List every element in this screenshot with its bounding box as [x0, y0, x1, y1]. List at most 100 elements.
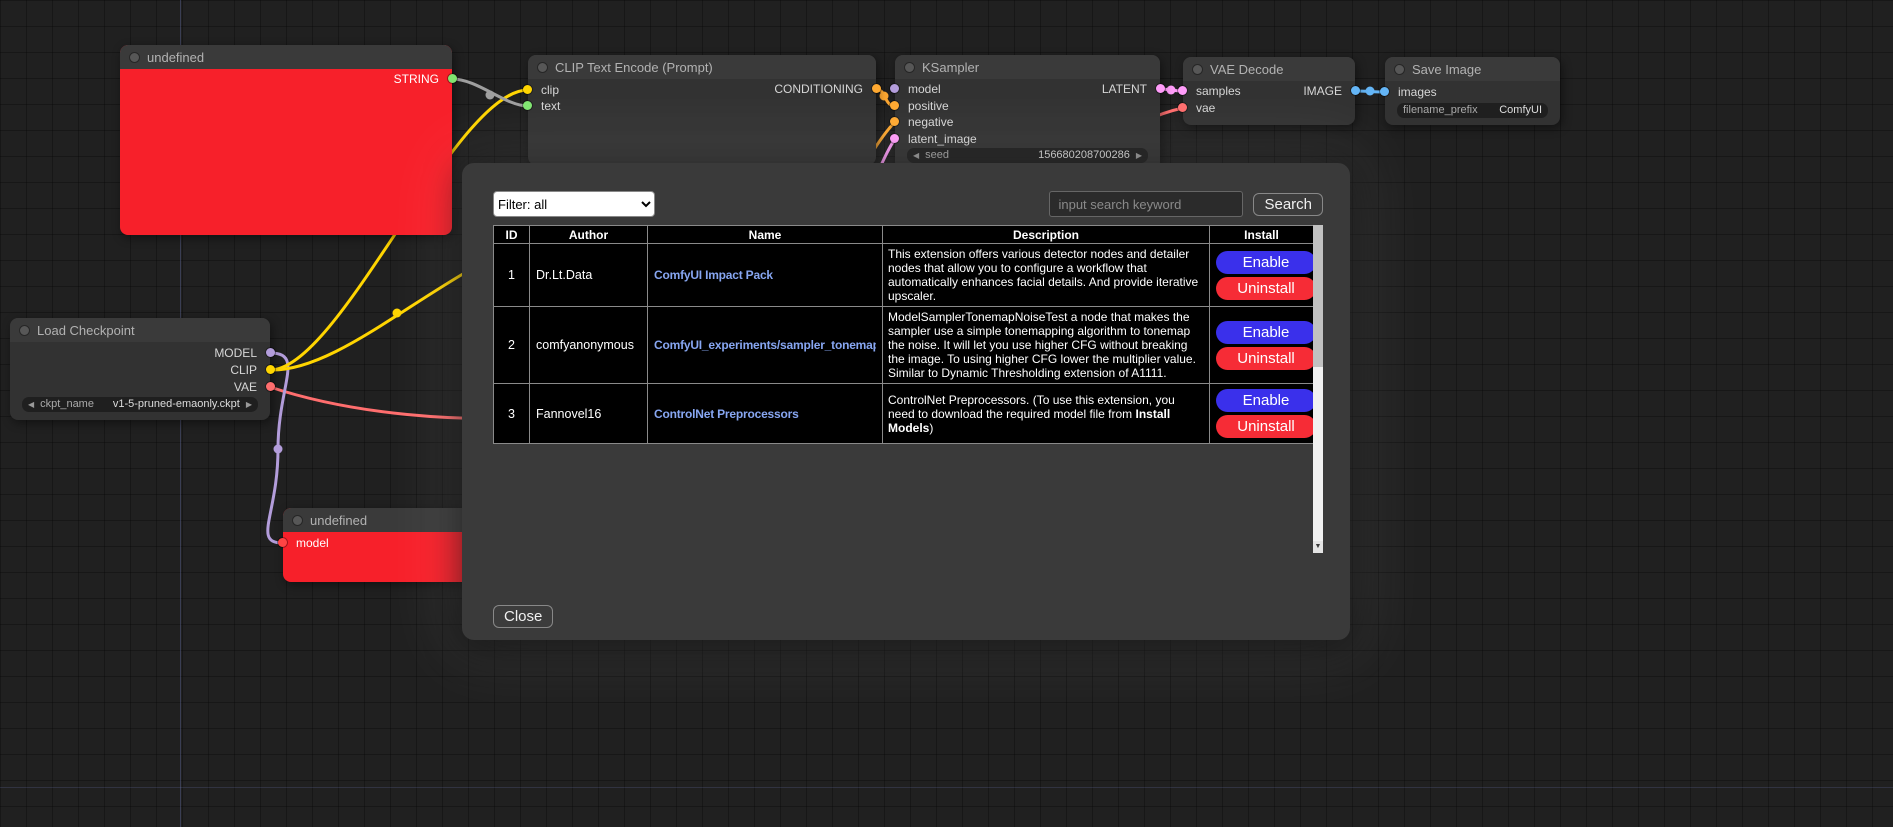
widget-label: seed	[925, 148, 949, 163]
node-header[interactable]: undefined	[120, 45, 452, 69]
table-header-row: ID Author Name Description Install	[494, 226, 1314, 244]
output-slot-label: MODEL	[214, 346, 257, 360]
input-slot-label: text	[541, 99, 560, 113]
seed-widget[interactable]: ◀ seed 156680208700286 ▶	[907, 148, 1148, 163]
enable-button[interactable]: Enable	[1216, 321, 1316, 344]
canvas-origin-horizontal-line	[0, 787, 1893, 788]
latent-image-input-slot[interactable]	[890, 134, 899, 143]
string-output-slot[interactable]	[448, 74, 457, 83]
cell-install: Enable Uninstall	[1210, 244, 1314, 307]
node-title: Save Image	[1412, 62, 1481, 77]
cell-id: 3	[494, 384, 530, 444]
scrollbar-thumb[interactable]	[1313, 225, 1323, 367]
cell-install: Enable Uninstall	[1210, 384, 1314, 444]
search-button[interactable]: Search	[1253, 193, 1323, 216]
widget-value: v1-5-pruned-emaonly.ckpt	[113, 397, 240, 412]
positive-input-slot[interactable]	[890, 101, 899, 110]
col-header-author: Author	[530, 226, 648, 244]
node-undefined-top[interactable]: undefined STRING	[120, 45, 452, 235]
scroll-down-arrow-icon[interactable]: ▼	[1313, 541, 1323, 553]
collapse-dot-icon[interactable]	[292, 515, 303, 526]
col-header-id: ID	[494, 226, 530, 244]
widget-value: ComfyUI	[1499, 103, 1542, 118]
extension-link[interactable]: ControlNet Preprocessors	[654, 407, 876, 421]
collapse-dot-icon[interactable]	[129, 52, 140, 63]
node-header[interactable]: Save Image	[1385, 57, 1560, 81]
node-header[interactable]: VAE Decode	[1183, 57, 1355, 81]
output-slot-label: STRING	[394, 72, 439, 86]
clip-output-slot[interactable]	[266, 365, 275, 374]
node-title: Load Checkpoint	[37, 323, 135, 338]
negative-input-slot[interactable]	[890, 117, 899, 126]
output-slot-label: IMAGE	[1303, 84, 1342, 98]
ckpt-name-widget[interactable]: ◀ ckpt_name v1-5-pruned-emaonly.ckpt ▶	[22, 397, 258, 412]
output-slot-label: VAE	[234, 380, 257, 394]
decrement-arrow-icon[interactable]: ◀	[913, 148, 919, 163]
collapse-dot-icon[interactable]	[1192, 64, 1203, 75]
images-input-slot[interactable]	[1380, 87, 1389, 96]
node-clip-text-encode[interactable]: CLIP Text Encode (Prompt) clip text COND…	[528, 55, 876, 165]
node-ksampler[interactable]: KSampler model positive negative latent_…	[895, 55, 1160, 170]
close-button[interactable]: Close	[493, 605, 553, 628]
node-header[interactable]: undefined	[283, 508, 480, 532]
extension-link[interactable]: ComfyUI Impact Pack	[654, 268, 876, 282]
node-title: KSampler	[922, 60, 979, 75]
table-scrollbar[interactable]: ▼	[1313, 225, 1323, 553]
node-header[interactable]: Load Checkpoint	[10, 318, 270, 342]
extensions-table: ID Author Name Description Install 1 Dr.…	[493, 225, 1314, 444]
filter-select[interactable]: Filter: all	[493, 191, 655, 217]
cell-install: Enable Uninstall	[1210, 307, 1314, 384]
input-slot-label: images	[1398, 85, 1437, 99]
widget-label: filename_prefix	[1403, 103, 1478, 118]
collapse-dot-icon[interactable]	[19, 325, 30, 336]
col-header-name: Name	[648, 226, 883, 244]
collapse-dot-icon[interactable]	[537, 62, 548, 73]
latent-output-slot[interactable]	[1156, 84, 1165, 93]
node-header[interactable]: KSampler	[895, 55, 1160, 79]
output-slot-label: CLIP	[230, 363, 257, 377]
node-save-image[interactable]: Save Image images filename_prefix ComfyU…	[1385, 57, 1560, 125]
cell-description: ControlNet Preprocessors. (To use this e…	[883, 384, 1210, 444]
decrement-arrow-icon[interactable]: ◀	[28, 397, 34, 412]
collapse-dot-icon[interactable]	[1394, 64, 1405, 75]
text-input-slot[interactable]	[523, 101, 532, 110]
collapse-dot-icon[interactable]	[904, 62, 915, 73]
increment-arrow-icon[interactable]: ▶	[1136, 148, 1142, 163]
node-title: undefined	[310, 513, 367, 528]
conditioning-output-slot[interactable]	[872, 84, 881, 93]
increment-arrow-icon[interactable]: ▶	[246, 397, 252, 412]
node-title: VAE Decode	[1210, 62, 1283, 77]
input-slot-label: model	[296, 536, 329, 550]
enable-button[interactable]: Enable	[1216, 251, 1316, 274]
input-slot-label: vae	[1196, 101, 1215, 115]
table-row: 1 Dr.Lt.Data ComfyUI Impact Pack This ex…	[494, 244, 1314, 307]
model-output-slot[interactable]	[266, 348, 275, 357]
enable-button[interactable]: Enable	[1216, 389, 1316, 412]
vae-input-slot[interactable]	[1178, 103, 1187, 112]
uninstall-button[interactable]: Uninstall	[1216, 347, 1316, 370]
node-undefined-bottom[interactable]: undefined model	[283, 508, 480, 582]
dialog-toolbar: Filter: all Search	[493, 191, 1323, 217]
widget-label: ckpt_name	[40, 397, 94, 412]
node-vae-decode[interactable]: VAE Decode samples vae IMAGE	[1183, 57, 1355, 125]
table-row: 2 comfyanonymous ComfyUI_experiments/sam…	[494, 307, 1314, 384]
node-header[interactable]: CLIP Text Encode (Prompt)	[528, 55, 876, 79]
extension-link[interactable]: ComfyUI_experiments/sampler_tonemap	[654, 338, 876, 352]
uninstall-button[interactable]: Uninstall	[1216, 277, 1316, 300]
uninstall-button[interactable]: Uninstall	[1216, 415, 1316, 438]
input-slot-label: positive	[908, 99, 949, 113]
custom-nodes-manager-dialog: Filter: all Search ID Author Name Descri…	[462, 163, 1350, 640]
node-title: CLIP Text Encode (Prompt)	[555, 60, 713, 75]
cell-id: 1	[494, 244, 530, 307]
table-row: 3 Fannovel16 ControlNet Preprocessors Co…	[494, 384, 1314, 444]
vae-output-slot[interactable]	[266, 382, 275, 391]
image-output-slot[interactable]	[1351, 86, 1360, 95]
filename-prefix-widget[interactable]: filename_prefix ComfyUI	[1397, 103, 1548, 118]
output-slot-label: CONDITIONING	[774, 82, 863, 96]
node-load-checkpoint[interactable]: Load Checkpoint MODEL CLIP VAE ◀ ckpt_na…	[10, 318, 270, 420]
node-title: undefined	[147, 50, 204, 65]
model-input-slot[interactable]	[278, 538, 287, 547]
cell-author: Dr.Lt.Data	[530, 244, 648, 307]
input-slot-label: latent_image	[908, 132, 977, 146]
search-input[interactable]	[1049, 191, 1243, 217]
